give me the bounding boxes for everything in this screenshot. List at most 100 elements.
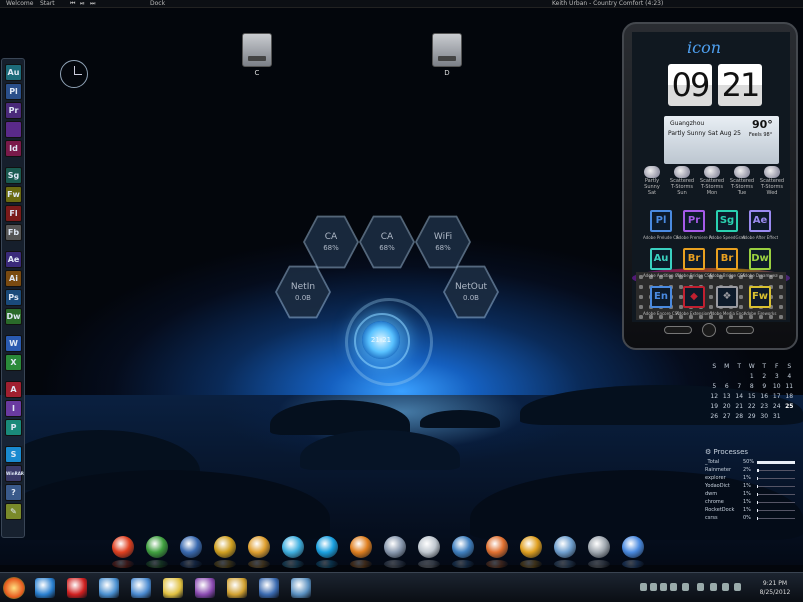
monitor-icon[interactable] [554,536,576,568]
tray-icon[interactable] [650,583,657,591]
calendar-day[interactable]: 9 [758,383,771,393]
tray-icon[interactable] [670,583,677,591]
left-dock-app-icon[interactable]: Pl [5,83,22,100]
prev-icon[interactable]: ⏮ [70,0,75,8]
calendar-day[interactable]: 13 [721,393,734,403]
media-player-icon[interactable] [350,536,372,568]
phone-menu-button[interactable] [726,326,754,334]
left-dock-app-icon[interactable]: I [5,400,22,417]
phone-app-icon[interactable]: Br [683,248,705,270]
phone-app-icon[interactable]: Pl [650,210,672,232]
flag-icon[interactable] [722,583,729,591]
photoshop-task-icon[interactable] [259,578,279,598]
firefox-icon[interactable] [486,536,508,568]
calendar-day[interactable]: 15 [746,393,759,403]
calendar-day[interactable]: 25 [783,403,796,413]
calendar-day[interactable]: 8 [746,383,759,393]
left-dock-app-icon[interactable]: ✎ [5,503,22,520]
phone-app-icon[interactable]: Sg [716,210,738,232]
phone-home-button[interactable] [702,323,716,337]
calendar-day[interactable]: 28 [733,413,746,423]
calendar-day[interactable]: 30 [758,413,771,423]
calendar-day[interactable]: 7 [733,383,746,393]
calendar-day[interactable]: 2 [758,373,771,383]
battery-icon[interactable] [734,583,741,591]
calendar-day[interactable]: 20 [721,403,734,413]
desktop-icon[interactable] [622,536,644,568]
calendar-day[interactable]: 17 [771,393,784,403]
calendar-day[interactable] [783,413,796,423]
left-dock-app-icon[interactable]: Ps [5,289,22,306]
phone-app-icon[interactable]: Ae [749,210,771,232]
calendar-day[interactable]: 19 [708,403,721,413]
calendar-day[interactable]: 1 [746,373,759,383]
globe-icon[interactable] [452,536,474,568]
burn-disc-icon[interactable] [214,536,236,568]
left-dock-app-icon[interactable] [5,121,22,138]
left-dock-app-icon[interactable]: X [5,354,22,371]
calendar-day[interactable]: 31 [771,413,784,423]
calendar-day[interactable]: 10 [771,383,784,393]
windows-logo-icon[interactable] [112,536,134,568]
calendar-day[interactable] [721,373,734,383]
calendar-day[interactable] [708,373,721,383]
computer-icon[interactable] [180,536,202,568]
phone-app-icon[interactable]: Dw [749,248,771,270]
phone-app-icon[interactable]: En [650,286,672,308]
left-dock-app-icon[interactable]: WinRAR [5,465,24,482]
phone-app-icon[interactable]: ❖ [716,286,738,308]
media-center-icon[interactable] [195,578,215,598]
left-dock-app-icon[interactable]: Ae [5,251,22,268]
left-dock-app-icon[interactable]: Pr [5,102,22,119]
network-icon[interactable] [710,583,717,591]
calendar-day[interactable]: 22 [746,403,759,413]
calendar-day[interactable]: 11 [783,383,796,393]
explorer-folder-icon[interactable] [163,578,183,598]
left-dock-app-icon[interactable]: Ai [5,270,22,287]
calendar-day[interactable]: 24 [771,403,784,413]
mail-icon[interactable] [131,578,151,598]
topbar-item[interactable]: Welcome [6,0,33,8]
rocket-icon[interactable] [384,536,406,568]
tools-icon[interactable] [248,536,270,568]
calendar-day[interactable]: 27 [721,413,734,423]
left-dock-app-icon[interactable]: W [5,335,22,352]
left-dock-app-icon[interactable]: Dw [5,308,22,325]
calendar-day[interactable]: 4 [783,373,796,383]
ie-icon[interactable] [35,578,55,598]
phone-app-icon[interactable]: Br [716,248,738,270]
taskbar-clock[interactable]: 9:21 PM 8/25/2012 [752,579,798,597]
calendar-day[interactable]: 6 [721,383,734,393]
document-icon[interactable] [418,536,440,568]
tray-icon[interactable] [682,583,689,591]
phone-app-icon[interactable]: Pr [683,210,705,232]
calendar-day[interactable]: 14 [733,393,746,403]
tray-icon[interactable] [640,583,647,591]
left-dock-app-icon[interactable]: Fw [5,186,22,203]
left-dock-app-icon[interactable]: Fl [5,205,22,222]
globe-task-icon[interactable] [291,578,311,598]
skype-icon[interactable] [316,536,338,568]
left-dock-app-icon[interactable]: ? [5,484,22,501]
calendar-day[interactable]: 5 [708,383,721,393]
start-button[interactable] [3,577,25,599]
left-dock-app-icon[interactable]: A [5,381,22,398]
calendar-day[interactable]: 12 [708,393,721,403]
network-icon[interactable] [282,536,304,568]
left-dock-app-icon[interactable]: P [5,419,22,436]
calendar-day[interactable]: 3 [771,373,784,383]
left-dock-app-icon[interactable]: Fb [5,224,22,241]
left-dock-app-icon[interactable]: S [5,446,22,463]
left-dock-app-icon[interactable]: Sg [5,167,22,184]
tray-icon[interactable] [660,583,667,591]
calendar-day[interactable]: 29 [746,413,759,423]
left-dock-app-icon[interactable]: Au [5,64,22,81]
topbar-item[interactable]: Dock [150,0,165,8]
opera-icon[interactable] [67,578,87,598]
network-globe-icon[interactable] [99,578,119,598]
drive-c-icon[interactable]: C [240,33,274,77]
next-icon[interactable]: ⏭ [90,0,95,8]
phone-app-icon[interactable]: Au [650,248,672,270]
calendar-day[interactable]: 26 [708,413,721,423]
calendar-day[interactable] [733,373,746,383]
